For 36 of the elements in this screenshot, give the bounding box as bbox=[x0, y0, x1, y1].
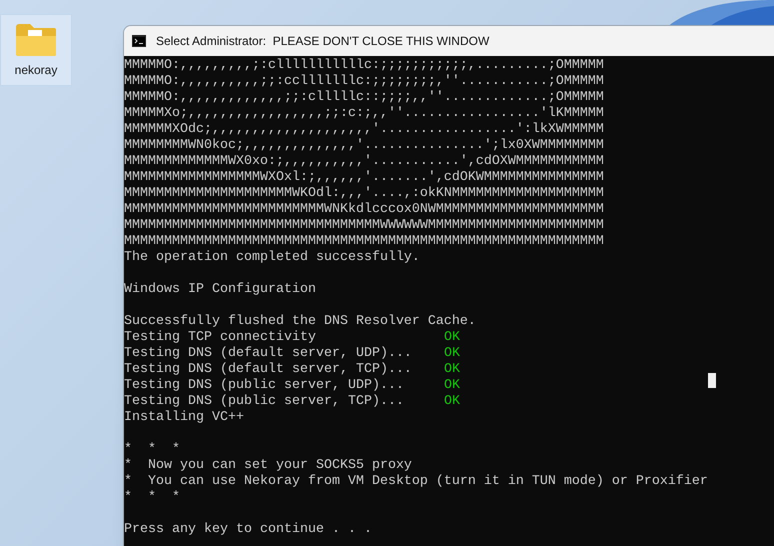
ascii-art-line: MMMMMXo;,,,,,,,,,,,,,,,,,;;:c:;,,''.................'lKMMMMM bbox=[124, 106, 604, 122]
ascii-art-line: MMMMMO:,,,,,,,,,,,,,;;:clllllc::;;;;,,''.............;OMMMMM bbox=[124, 90, 604, 106]
test-result: OK bbox=[444, 362, 460, 378]
test-label: Testing DNS (default server, UDP)... bbox=[124, 346, 413, 362]
test-label: Testing DNS (public server, TCP)... bbox=[124, 394, 405, 410]
console-text: * You can use Nekoray from VM Desktop (turn it in TUN mode) or Proxifier bbox=[124, 474, 708, 490]
console-text: The operation completed successfully. bbox=[124, 250, 420, 266]
desktop-icon-label: nekoray bbox=[14, 62, 58, 79]
console-text: * * * bbox=[124, 490, 180, 506]
console-text: Successfully flushed the DNS Resolver Cache. bbox=[124, 314, 476, 330]
desktop-icon[interactable]: nekoray bbox=[0, 14, 72, 86]
folder-icon bbox=[14, 23, 58, 57]
ascii-art-line: MMMMMMMMMMMMMMMMMMMMMMMMMMMMMMMMMMMMMMMMMMMMMMMMMMMMMMMMMMMM bbox=[124, 234, 604, 250]
ascii-art-line: MMMMMMMMMMMMMWX0xo:;,,,,,,,,,,'...........',cdOXWMMMMMMMMMMM bbox=[124, 154, 604, 170]
ascii-art-line: MMMMMMMMMMMMMMMMMWXOxl:;,,,,,,'.......',cdOKWMMMMMMMMMMMMMMM bbox=[124, 170, 604, 186]
test-result: OK bbox=[444, 346, 460, 362]
ascii-art-line: MMMMMMMMWN0koc;,,,,,,,,,,,,,,'...............';lx0XWMMMMMMMM bbox=[124, 138, 604, 154]
window-title: Select Administrator: PLEASE DON'T CLOSE THIS WINDOW bbox=[156, 33, 490, 50]
ascii-art-line: MMMMMO:,,,,,,,,,;:clllllllllllc:;;;;;;;;;;;,.........;OMMMMM bbox=[124, 58, 604, 74]
ascii-art-line: MMMMMMMMMMMMMMMMMMMMMMMMMWNKkdlcccox0NWMMMMMMMMMMMMMMMMMMMMM bbox=[124, 202, 604, 218]
test-label: Testing DNS (public server, UDP)... bbox=[124, 378, 405, 394]
console-text: * Now you can set your SOCKS5 proxy bbox=[124, 458, 412, 474]
test-result: OK bbox=[444, 394, 460, 410]
test-result: OK bbox=[444, 378, 460, 394]
ascii-art-line: MMMMMO:,,,,,,,,,,;;:cclllllllc:;;;;;;;;,''...........;OMMMMM bbox=[124, 74, 604, 90]
ascii-art-line: MMMMMMMMMMMMMMMMMMMMMMMMMMMMMMMMWWWWWWMMMMMMMMMMMMMMMMMMMMMM bbox=[124, 218, 604, 234]
ascii-art-line: MMMMMMMMMMMMMMMMMMMMMWKOdl:,,,'....,:okKNMMMMMMMMMMMMMMMMMMM bbox=[124, 186, 604, 202]
test-result: OK bbox=[444, 330, 460, 346]
console-icon bbox=[132, 35, 146, 47]
test-label: Testing DNS (default server, TCP)... bbox=[124, 362, 413, 378]
console-text: Press any key to continue . . . bbox=[124, 522, 372, 538]
console-text: Installing VC++ bbox=[124, 410, 244, 426]
test-label: Testing TCP connectivity bbox=[124, 330, 317, 346]
ascii-art-line: MMMMMMXOdc;,,,,,,,,,,,,,,,,,,,,'.................':lkXWMMMMM bbox=[124, 122, 604, 138]
console-text: * * * bbox=[124, 442, 180, 458]
console-text: Windows IP Configuration bbox=[124, 282, 316, 298]
